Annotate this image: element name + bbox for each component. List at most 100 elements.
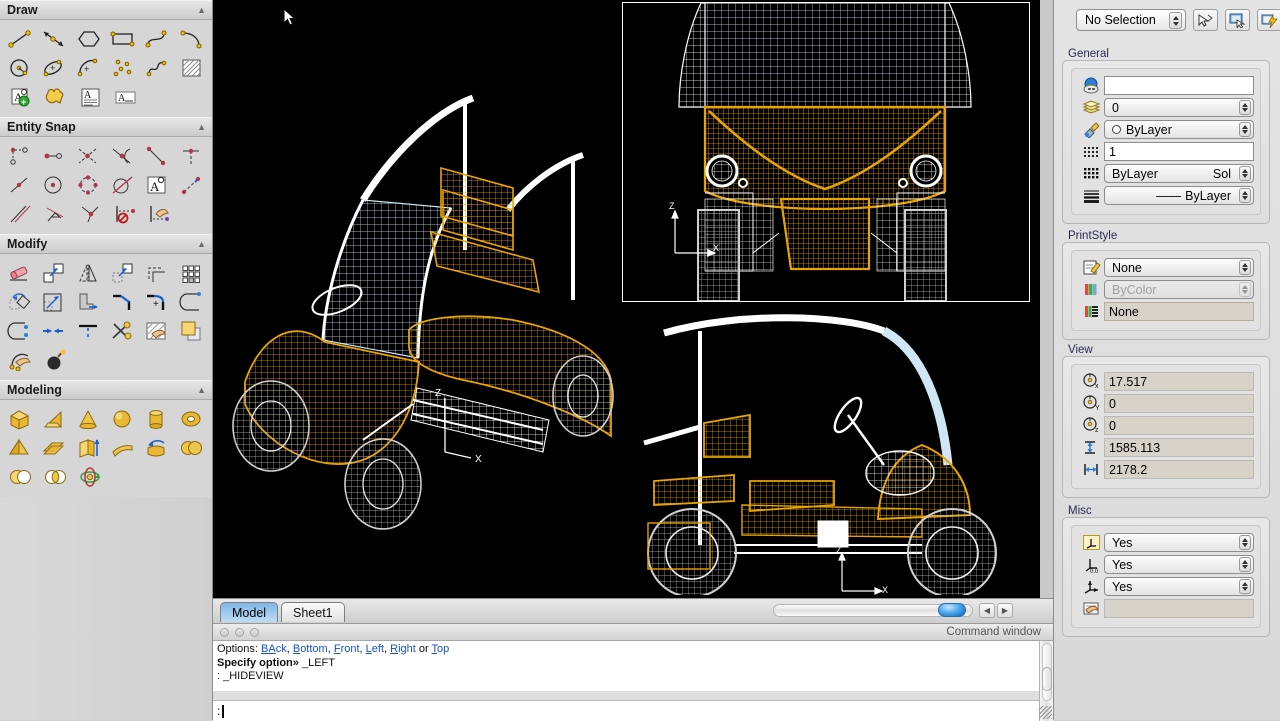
explode-icon[interactable] [106, 316, 140, 345]
snap-midpoint-icon[interactable] [140, 141, 174, 170]
linetype-combo[interactable]: ByLayer Sol [1104, 164, 1254, 183]
snap-nearest-icon[interactable] [3, 170, 37, 199]
sweep-icon[interactable] [106, 433, 140, 462]
viewport-front[interactable]: Z X [622, 2, 1030, 302]
edit-polyline-icon[interactable] [3, 345, 38, 374]
stepper-arrows[interactable] [1239, 100, 1251, 115]
copy-icon[interactable] [37, 258, 71, 287]
ucs-icon-visible-combo[interactable]: Yes [1104, 533, 1254, 552]
point-icon[interactable] [106, 53, 140, 82]
stepper-arrows[interactable] [1239, 122, 1251, 137]
window-zoom-button[interactable] [250, 628, 259, 637]
command-input[interactable]: : [213, 700, 1039, 721]
cone-icon[interactable] [72, 404, 106, 433]
snap-geometric-center-icon[interactable] [73, 199, 108, 228]
palette-section-header-modeling[interactable]: Modeling ▲ [0, 380, 212, 400]
insert-block-icon[interactable]: A+ [3, 82, 38, 111]
triangle-up-icon[interactable]: ▲ [197, 5, 206, 15]
snap-endpoint-icon[interactable] [37, 141, 71, 170]
option-left[interactable]: Left [366, 643, 384, 655]
viewport-isometric[interactable]: Z X [213, 0, 619, 598]
option-bottom[interactable]: Bottom [293, 643, 328, 655]
snap-center-icon[interactable] [37, 170, 71, 199]
polygon-icon[interactable] [72, 24, 106, 53]
hyperlink-field[interactable] [1104, 76, 1254, 95]
array-icon[interactable] [175, 258, 209, 287]
ucs-name-value[interactable] [1104, 599, 1254, 618]
option-right[interactable]: Right [390, 643, 416, 655]
center-y-value[interactable]: 0 [1104, 394, 1254, 413]
move-icon[interactable] [106, 258, 140, 287]
quick-properties-icon[interactable] [1257, 9, 1280, 31]
trim-icon[interactable] [175, 287, 209, 316]
extrude-icon[interactable] [72, 433, 106, 462]
edit-hatch-icon[interactable] [140, 316, 174, 345]
extend-icon[interactable] [3, 316, 37, 345]
layer-combo[interactable]: 0 [1104, 98, 1254, 117]
triangle-up-icon[interactable]: ▲ [197, 239, 206, 249]
chamfer-icon[interactable] [106, 287, 140, 316]
fillet-icon[interactable]: + [140, 287, 174, 316]
revision-cloud-icon[interactable] [38, 82, 73, 111]
snap-insertion-icon[interactable]: A [140, 170, 174, 199]
window-close-button[interactable] [220, 628, 229, 637]
stepper-arrows[interactable] [1169, 12, 1182, 29]
linetype-scale-field[interactable]: 1 [1104, 142, 1254, 161]
ellipse-icon[interactable]: + [37, 53, 71, 82]
scrollbar-thumb[interactable] [938, 603, 966, 617]
printstyle-combo[interactable]: None [1104, 258, 1254, 277]
lineweight-combo[interactable]: —— ByLayer [1104, 186, 1254, 205]
resize-grip[interactable] [1039, 706, 1052, 719]
spline-icon[interactable] [140, 53, 174, 82]
ucs-per-viewport-combo[interactable]: Yes [1104, 577, 1254, 596]
palette-section-header-draw[interactable]: Draw ▲ [0, 0, 212, 20]
snap-intersection-icon[interactable] [72, 141, 106, 170]
snap-perpendicular-icon[interactable] [175, 141, 209, 170]
snap-tangent-icon[interactable] [106, 170, 140, 199]
wedge-icon[interactable] [37, 404, 71, 433]
selection-dropdown[interactable]: No Selection [1076, 9, 1186, 31]
subtract-icon[interactable] [3, 462, 38, 491]
multiline-text-icon[interactable]: A [73, 82, 108, 111]
canvas-horizontal-scrollbar[interactable]: ◀ ▶ [773, 602, 1018, 620]
option-front[interactable]: Front [334, 643, 360, 655]
stepper-arrows[interactable] [1239, 166, 1251, 181]
mirror-icon[interactable] [72, 258, 106, 287]
sphere-icon[interactable] [106, 404, 140, 433]
planar-surface-icon[interactable] [37, 433, 71, 462]
model-canvas[interactable]: Z X [213, 0, 1040, 598]
command-history[interactable]: Options: BAck, Bottom, Front, Left, Righ… [213, 641, 1039, 691]
line-icon[interactable] [3, 24, 37, 53]
stepper-arrows[interactable] [1239, 579, 1251, 594]
palette-section-header-modify[interactable]: Modify ▲ [0, 234, 212, 254]
stepper-arrows[interactable] [1239, 535, 1251, 550]
scrollbar-thumb[interactable] [1042, 667, 1052, 691]
construction-line-icon[interactable] [37, 24, 71, 53]
rotate-icon[interactable] [3, 287, 37, 316]
palette-section-header-entity-snap[interactable]: Entity Snap ▲ [0, 117, 212, 137]
purge-icon[interactable] [38, 345, 73, 374]
viewport-side[interactable]: Z X [622, 305, 1030, 595]
tab-sheet1[interactable]: Sheet1 [281, 602, 345, 622]
snap-apparent-intersection-icon[interactable] [106, 141, 140, 170]
snap-parallel-icon[interactable] [3, 199, 38, 228]
offset-icon[interactable] [140, 258, 174, 287]
stepper-arrows[interactable] [1239, 557, 1251, 572]
window-minimize-button[interactable] [235, 628, 244, 637]
triangle-left-icon[interactable]: ◀ [979, 603, 995, 618]
snap-node-icon[interactable] [175, 170, 209, 199]
revolve-icon[interactable] [140, 433, 174, 462]
break-icon[interactable] [72, 316, 106, 345]
view-width-value[interactable]: 2178.2 [1104, 460, 1254, 479]
join-icon[interactable] [37, 316, 71, 345]
snap-quadrant-icon[interactable] [72, 170, 106, 199]
stepper-arrows[interactable] [1239, 260, 1251, 275]
option-back[interactable]: BAck [261, 643, 287, 655]
snap-extension-icon[interactable] [38, 199, 73, 228]
snap-from-icon[interactable] [3, 141, 37, 170]
view-height-value[interactable]: 1585.113 [1104, 438, 1254, 457]
tab-model[interactable]: Model [220, 602, 278, 622]
quick-select-icon[interactable] [1225, 9, 1250, 31]
cylinder-icon[interactable] [140, 404, 174, 433]
torus-icon[interactable] [175, 404, 209, 433]
